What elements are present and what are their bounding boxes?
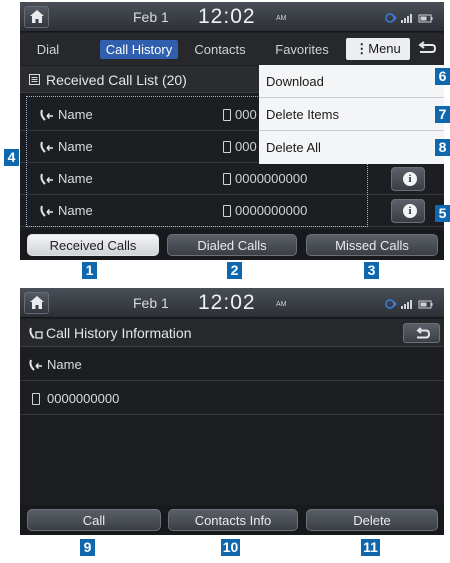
status-icons	[385, 299, 433, 309]
status-icons	[385, 13, 433, 23]
page-title: Call History Information	[46, 325, 192, 341]
info-button[interactable]: i	[391, 199, 425, 223]
phone-number: 0000000000	[47, 391, 120, 406]
list-icon	[29, 74, 40, 85]
menu-item-delete-all[interactable]: Delete All	[259, 131, 444, 164]
status-ampm: AM	[276, 301, 287, 308]
home-icon	[30, 296, 44, 309]
status-date: Feb 1	[133, 295, 169, 311]
back-arrow-icon	[418, 41, 437, 53]
signal-icon	[401, 14, 412, 23]
home-button[interactable]	[24, 6, 49, 28]
bluetooth-icon	[385, 13, 397, 23]
menu-item-delete-items[interactable]: Delete Items	[259, 98, 444, 131]
list-header-title: Received Call List (20)	[46, 72, 187, 88]
tab-favorites[interactable]: Favorites	[268, 40, 336, 59]
signal-icon	[401, 300, 412, 309]
menu-dropdown: Download Delete Items Delete All	[259, 65, 444, 164]
callout-11: 11	[361, 539, 380, 556]
status-time: 12:02	[198, 5, 256, 28]
call-button[interactable]: Call	[27, 509, 161, 531]
callout-5: 5	[435, 205, 450, 222]
tab-contacts[interactable]: Contacts	[185, 40, 255, 59]
call-history-information-screen: Feb 1 12:02 AM Call History Information …	[20, 288, 444, 535]
callout-7: 7	[435, 106, 450, 123]
callout-2: 2	[227, 262, 242, 279]
callout-6: 6	[435, 68, 450, 85]
callout-8: 8	[435, 139, 450, 156]
contacts-info-button[interactable]: Contacts Info	[168, 509, 298, 531]
status-bar: Feb 1 12:02 AM	[20, 288, 444, 318]
home-icon	[30, 10, 44, 23]
bottom-button-bar: Received Calls Dialed Calls Missed Calls	[20, 230, 444, 260]
status-time: 12:02	[198, 291, 256, 314]
home-button[interactable]	[24, 292, 49, 314]
missed-calls-button[interactable]: Missed Calls	[306, 234, 438, 256]
back-arrow-icon	[416, 327, 431, 339]
bottom-button-bar: Call Contacts Info Delete	[20, 505, 444, 535]
callout-9: 9	[80, 539, 95, 556]
dialed-calls-button[interactable]: Dialed Calls	[167, 234, 297, 256]
tab-bar: Dial Call History Contacts Favorites ⋮Me…	[20, 33, 444, 65]
status-bar: Feb 1 12:02 AM	[20, 2, 444, 32]
callout-1: 1	[82, 262, 97, 279]
bluetooth-icon	[385, 299, 397, 309]
title-bar: Call History Information	[20, 319, 444, 347]
mobile-icon	[32, 393, 40, 405]
callout-4: 4	[4, 149, 19, 166]
menu-button[interactable]: ⋮Menu	[346, 38, 410, 60]
callout-3: 3	[364, 262, 379, 279]
info-icon: i	[403, 204, 417, 218]
back-button[interactable]	[403, 323, 440, 343]
phone-number-row[interactable]: 0000000000	[20, 382, 444, 415]
battery-icon	[418, 300, 433, 309]
status-ampm: AM	[276, 15, 287, 22]
menu-dots-icon: ⋮	[355, 41, 369, 56]
menu-label: Menu	[368, 41, 401, 56]
callout-10: 10	[221, 539, 240, 556]
received-calls-button[interactable]: Received Calls	[27, 234, 159, 256]
back-button[interactable]	[414, 38, 440, 60]
contact-name: Name	[47, 357, 82, 372]
call-history-icon	[29, 327, 43, 339]
delete-button[interactable]: Delete	[306, 509, 438, 531]
tab-dial[interactable]: Dial	[28, 40, 68, 59]
battery-icon	[418, 14, 433, 23]
contact-name-row: Name	[20, 348, 444, 381]
info-icon: i	[403, 172, 417, 186]
received-call-icon	[29, 359, 42, 371]
call-history-screen: Feb 1 12:02 AM Dial Call History Contact…	[20, 2, 444, 260]
menu-item-download[interactable]: Download	[259, 65, 444, 98]
status-date: Feb 1	[133, 9, 169, 25]
tab-call-history[interactable]: Call History	[100, 40, 178, 59]
info-button[interactable]: i	[391, 167, 425, 191]
